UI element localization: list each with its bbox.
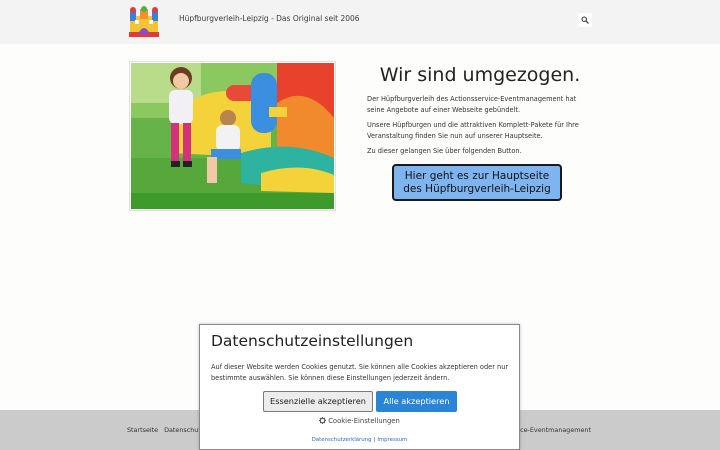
bouncy-castle-photo <box>129 61 336 211</box>
dialog-text: Auf dieser Website werden Cookies genutz… <box>211 363 509 382</box>
site-title[interactable]: Hüpfburgverleih-Leipzig - Das Original s… <box>179 14 360 23</box>
dialog-legal-links: Datenschutzerklärung | Impressum <box>200 437 519 443</box>
button-hint-paragraph: Zu dieser gelangen Sie über folgenden Bu… <box>367 147 522 155</box>
site-header: Hüpfburgverleih-Leipzig - Das Original s… <box>0 0 720 44</box>
main-site-button[interactable]: Hier geht es zur Hauptseite des Hüpfburg… <box>392 164 562 201</box>
intro-paragraph: Der Hüpfburgverleih des Actionsservice-E… <box>367 95 577 114</box>
site-logo[interactable] <box>127 6 161 38</box>
page-headline: Wir sind umgezogen. <box>379 64 581 86</box>
cookie-settings-link[interactable]: Cookie-Einstellungen <box>200 417 519 426</box>
dialog-title: Datenschutzeinstellungen <box>211 332 414 350</box>
footer-company-text: ervice-Eventmanagement <box>508 426 591 434</box>
accept-all-button[interactable]: Alle akzeptieren <box>376 391 457 412</box>
footer-links: Startseite Datenschutz <box>127 426 210 434</box>
accept-essential-button[interactable]: Essenzielle akzeptieren <box>263 391 373 412</box>
search-icon <box>581 16 589 24</box>
privacy-policy-link[interactable]: Datenschutzerklärung <box>312 437 372 443</box>
search-button[interactable] <box>578 13 592 27</box>
footer-link-home[interactable]: Startseite <box>127 426 158 434</box>
bouncy-castle-logo-icon <box>129 6 159 37</box>
imprint-link[interactable]: Impressum <box>377 437 407 443</box>
offers-paragraph: Unsere Hüpfburgen und die attraktiven Ko… <box>367 121 579 140</box>
cookie-settings-label: Cookie-Einstellungen <box>328 417 400 425</box>
cookie-consent-dialog: Datenschutzeinstellungen Auf dieser Webs… <box>199 324 520 450</box>
link-separator: | <box>373 437 376 443</box>
gear-icon <box>319 417 327 426</box>
children-on-bouncy-castle-image <box>131 63 334 209</box>
